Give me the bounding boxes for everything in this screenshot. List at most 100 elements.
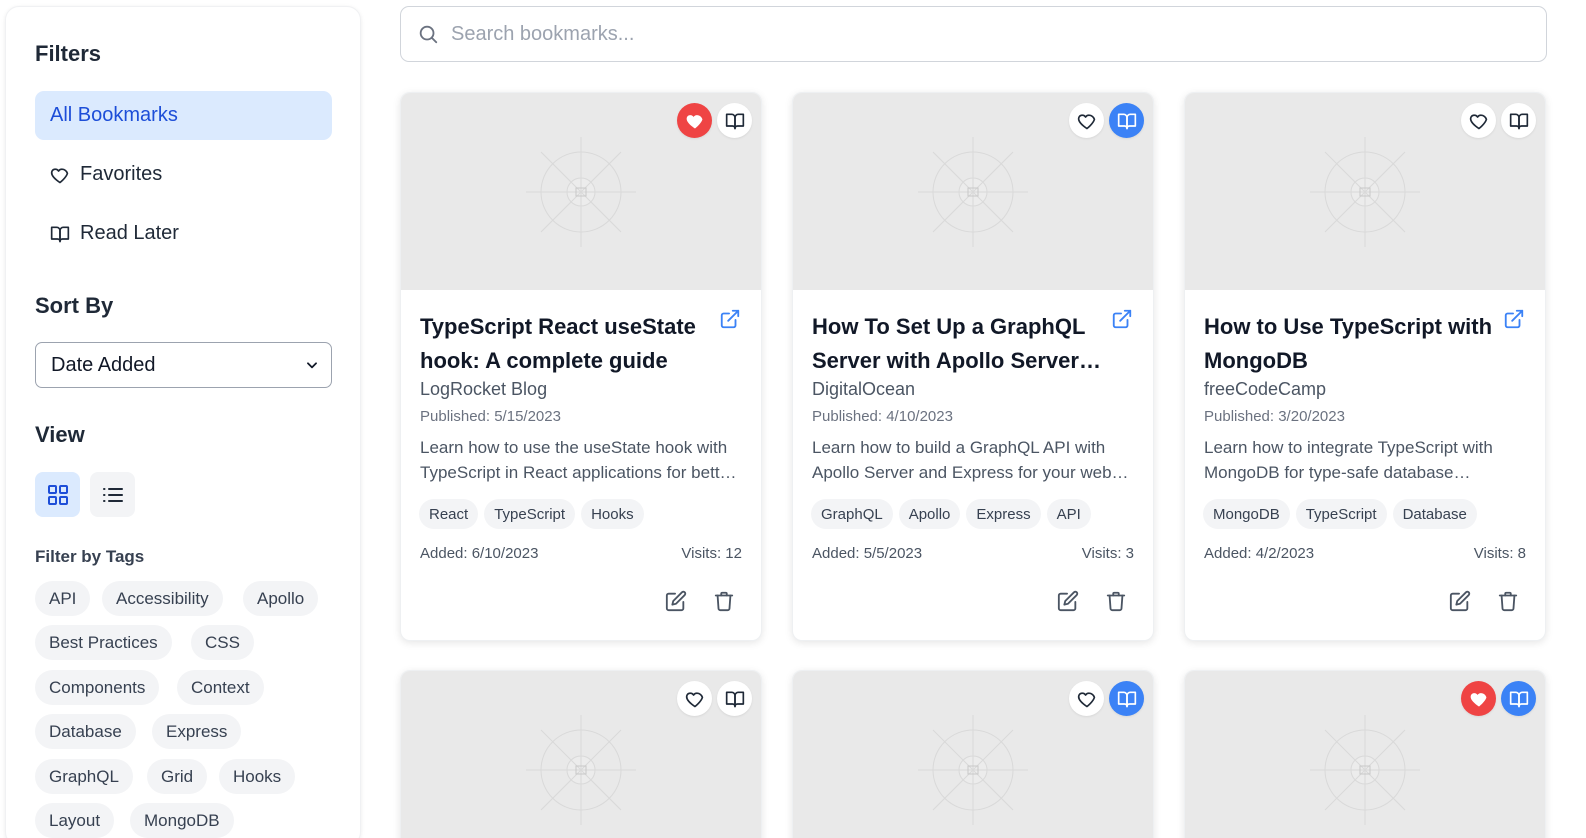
edit-button[interactable] xyxy=(665,590,687,617)
tag-filter[interactable]: Grid xyxy=(147,759,208,794)
card-tag[interactable]: TypeScript xyxy=(1295,499,1387,529)
card-visits: Visits: 3 xyxy=(1081,545,1134,562)
tag-filter[interactable]: Layout xyxy=(35,803,115,838)
card-description: Learn how to integrate TypeScript with M… xyxy=(1204,438,1493,482)
favorite-button[interactable] xyxy=(677,681,712,716)
card-meta: Added: 6/10/2023 Visits: 12 xyxy=(420,545,742,562)
heart-icon xyxy=(1469,111,1489,131)
card-tag[interactable]: TypeScript xyxy=(484,499,576,529)
tag-filter[interactable]: Components xyxy=(35,670,160,705)
read-later-button[interactable] xyxy=(1501,681,1536,716)
favorite-button[interactable] xyxy=(1461,681,1496,716)
tag-filter[interactable]: Apollo xyxy=(243,581,319,616)
bookmark-card[interactable] xyxy=(1184,670,1546,838)
card-tag[interactable]: MongoDB xyxy=(1203,499,1290,529)
nav-favorites[interactable]: Favorites xyxy=(35,150,332,199)
card-title[interactable]: TypeScript React useState hook: A comple… xyxy=(420,310,710,378)
external-link-icon[interactable] xyxy=(719,308,741,330)
grid-view-button[interactable] xyxy=(35,472,80,517)
list-view-button[interactable] xyxy=(90,472,135,517)
tag-filter[interactable]: GraphQL xyxy=(35,759,133,794)
card-tag[interactable]: API xyxy=(1046,499,1091,529)
read-later-button[interactable] xyxy=(717,681,752,716)
external-link-icon[interactable] xyxy=(1111,308,1133,330)
trash-icon[interactable] xyxy=(1497,590,1519,612)
tag-filter[interactable]: API xyxy=(35,581,91,616)
card-tag[interactable]: Apollo xyxy=(898,499,961,529)
card-thumbnail xyxy=(401,93,761,290)
tag-filter[interactable]: Express xyxy=(152,714,242,749)
external-link-icon[interactable] xyxy=(1503,308,1525,330)
card-thumbnail xyxy=(793,671,1153,838)
heart-icon xyxy=(685,689,705,709)
heart-icon xyxy=(1077,689,1097,709)
card-actions xyxy=(1449,590,1519,617)
bookmark-card[interactable]: How to Use TypeScript with MongoDB freeCo… xyxy=(1184,92,1546,641)
delete-button[interactable] xyxy=(1105,590,1127,617)
read-later-button[interactable] xyxy=(717,103,752,138)
card-added: Added: 6/10/2023 xyxy=(420,545,539,562)
card-title[interactable]: How to Use TypeScript with MongoDB xyxy=(1204,310,1494,378)
image-placeholder-icon xyxy=(526,714,636,825)
tag-filter[interactable]: Accessibility xyxy=(102,581,223,616)
tag-filter[interactable]: Context xyxy=(177,670,264,705)
edit-icon[interactable] xyxy=(1449,590,1471,612)
book-open-icon xyxy=(725,689,745,709)
nav-label: Read Later xyxy=(80,222,179,244)
tag-filter[interactable]: Best Practices xyxy=(35,625,172,660)
heart-icon xyxy=(50,167,69,183)
card-body: How to Use TypeScript with MongoDB freeCo… xyxy=(1185,290,1545,640)
card-description: Learn how to build a GraphQL API with Ap… xyxy=(812,438,1112,482)
tag-filter[interactable]: CSS xyxy=(191,625,254,660)
favorite-button[interactable] xyxy=(1069,681,1104,716)
sort-select[interactable]: Date Added xyxy=(35,342,332,388)
card-thumbnail xyxy=(401,671,761,838)
list-icon xyxy=(102,487,123,502)
bookmark-card[interactable] xyxy=(400,670,762,838)
tag-filter[interactable]: Hooks xyxy=(219,759,296,794)
card-title[interactable]: How To Set Up a GraphQL Server with Apol… xyxy=(812,310,1102,378)
nav-label: All Bookmarks xyxy=(50,104,178,126)
tag-filter[interactable]: MongoDB xyxy=(130,803,234,838)
read-later-button[interactable] xyxy=(1109,681,1144,716)
trash-icon[interactable] xyxy=(713,590,735,612)
favorite-button[interactable] xyxy=(677,103,712,138)
bookmark-card[interactable]: TypeScript React useState hook: A comple… xyxy=(400,92,762,641)
card-tag[interactable]: Database xyxy=(1392,499,1477,529)
tag-filter[interactable]: Database xyxy=(35,714,136,749)
card-description: Learn how to use the useState hook with … xyxy=(420,438,735,482)
bookmark-card[interactable]: How To Set Up a GraphQL Server with Apol… xyxy=(792,92,1154,641)
edit-icon[interactable] xyxy=(665,590,687,612)
nav-read-later[interactable]: Read Later xyxy=(35,209,332,258)
book-open-icon xyxy=(50,226,70,242)
card-tags: MongoDB TypeScript Database xyxy=(1203,499,1526,529)
chevron-down-icon xyxy=(307,362,317,369)
favorite-button[interactable] xyxy=(1461,103,1496,138)
image-placeholder-icon xyxy=(1310,714,1420,825)
view-title: View xyxy=(35,422,85,447)
card-actions xyxy=(1057,590,1127,617)
card-published: Published: 3/20/2023 xyxy=(1204,408,1345,425)
read-later-button[interactable] xyxy=(1501,103,1536,138)
edit-icon[interactable] xyxy=(1057,590,1079,612)
book-open-icon xyxy=(1117,689,1137,709)
edit-button[interactable] xyxy=(1449,590,1471,617)
book-open-icon xyxy=(1509,111,1529,131)
trash-icon[interactable] xyxy=(1105,590,1127,612)
nav-all-bookmarks[interactable]: All Bookmarks xyxy=(35,91,332,140)
bookmark-card[interactable] xyxy=(792,670,1154,838)
card-tag[interactable]: React xyxy=(419,499,479,529)
favorite-button[interactable] xyxy=(1069,103,1104,138)
card-tag[interactable]: Express xyxy=(966,499,1041,529)
search-input[interactable] xyxy=(451,22,1501,46)
card-visits: Visits: 8 xyxy=(1473,545,1526,562)
read-later-button[interactable] xyxy=(1109,103,1144,138)
sidebar: Filters All Bookmarks Favorites Read Lat… xyxy=(5,6,361,838)
heart-icon xyxy=(685,111,705,131)
edit-button[interactable] xyxy=(1057,590,1079,617)
card-tag[interactable]: GraphQL xyxy=(811,499,893,529)
card-tag[interactable]: Hooks xyxy=(581,499,644,529)
delete-button[interactable] xyxy=(713,590,735,617)
book-open-icon xyxy=(725,111,745,131)
delete-button[interactable] xyxy=(1497,590,1519,617)
